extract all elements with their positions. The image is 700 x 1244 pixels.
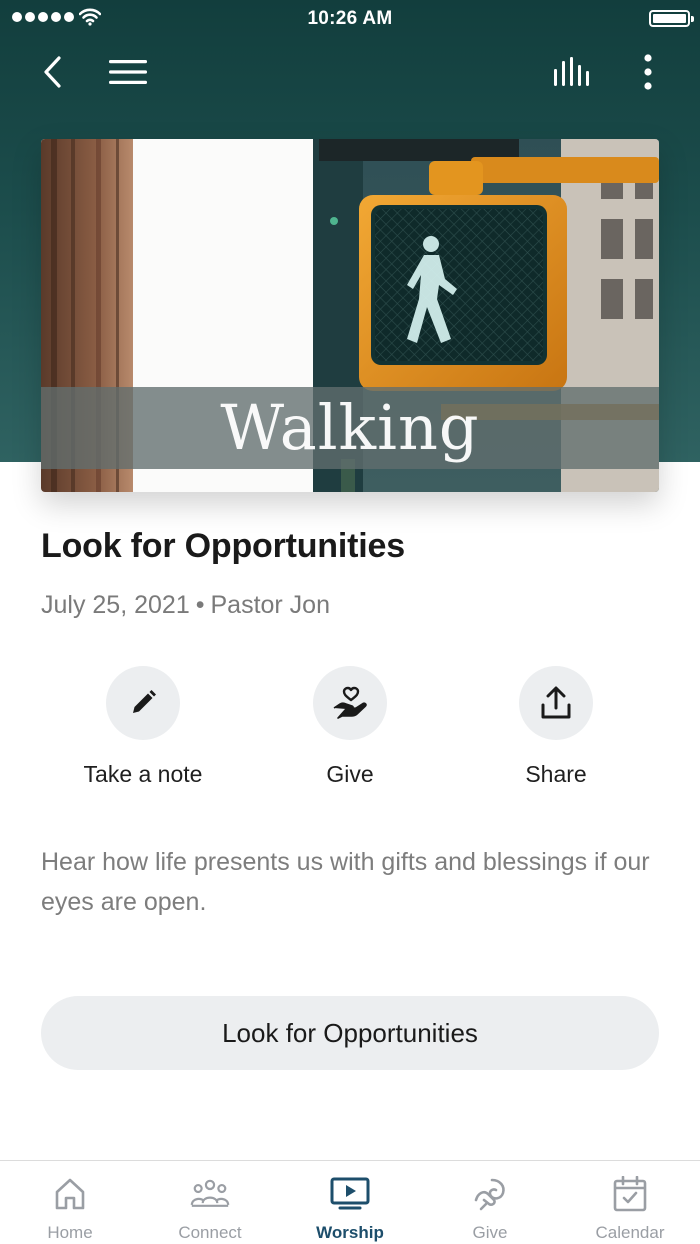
back-button[interactable] <box>30 50 74 94</box>
tab-connect-label: Connect <box>178 1223 242 1242</box>
look-for-opportunities-button[interactable]: Look for Opportunities <box>41 996 659 1070</box>
give-icon <box>470 1175 510 1213</box>
meta-separator: • <box>195 591 205 619</box>
share-button[interactable]: Share <box>453 666 659 796</box>
status-bar: 10:26 AM <box>0 0 700 36</box>
audio-bars-icon <box>554 57 589 86</box>
tab-home-label: Home <box>47 1223 93 1242</box>
tab-give[interactable]: Give <box>420 1161 560 1244</box>
sermon-description: Hear how life presents us with gifts and… <box>41 848 650 916</box>
tab-give-label: Give <box>472 1223 508 1242</box>
menu-button[interactable] <box>104 50 152 94</box>
tab-worship-label: Worship <box>316 1223 384 1242</box>
tab-home[interactable]: Home <box>0 1161 140 1244</box>
give-button[interactable]: Give <box>247 666 453 796</box>
share-label: Share <box>525 761 587 787</box>
tab-worship[interactable]: Worship <box>280 1161 420 1244</box>
hamburger-menu-icon <box>109 60 147 84</box>
share-circle[interactable] <box>519 666 593 740</box>
sermon-date: July 25, 2021 <box>41 591 190 619</box>
take-a-note-label: Take a note <box>83 761 203 787</box>
people-icon <box>190 1175 230 1213</box>
battery-icon <box>649 10 694 27</box>
sermon-meta: July 25, 2021 • Pastor Jon <box>41 591 661 620</box>
pencil-icon <box>133 690 156 713</box>
tab-connect[interactable]: Connect <box>140 1161 280 1244</box>
calendar-icon <box>610 1175 650 1213</box>
bottom-tab-bar: Home Connect Worship Give Calendar <box>0 1160 700 1244</box>
hero-overlay-word: Walking <box>220 391 480 464</box>
heart-hand-icon <box>333 686 367 719</box>
tv-play-icon <box>330 1175 370 1213</box>
sermon-title: Look for Opportunities <box>41 527 405 565</box>
tab-calendar-label: Calendar <box>595 1223 665 1242</box>
home-icon <box>50 1175 90 1213</box>
sermon-speaker: Pastor Jon <box>210 591 330 619</box>
share-icon <box>541 686 571 719</box>
take-a-note-button[interactable]: Take a note <box>40 666 246 796</box>
tab-calendar[interactable]: Calendar <box>560 1161 700 1244</box>
give-label: Give <box>326 761 374 787</box>
more-options-button[interactable] <box>626 50 670 94</box>
sermon-series-image: Walking <box>41 139 659 492</box>
audio-stats-button[interactable] <box>548 50 596 94</box>
chevron-left-icon <box>44 56 61 88</box>
more-vertical-icon <box>644 54 652 90</box>
status-time: 10:26 AM <box>307 8 393 29</box>
take-a-note-circle[interactable] <box>106 666 180 740</box>
give-circle[interactable] <box>313 666 387 740</box>
